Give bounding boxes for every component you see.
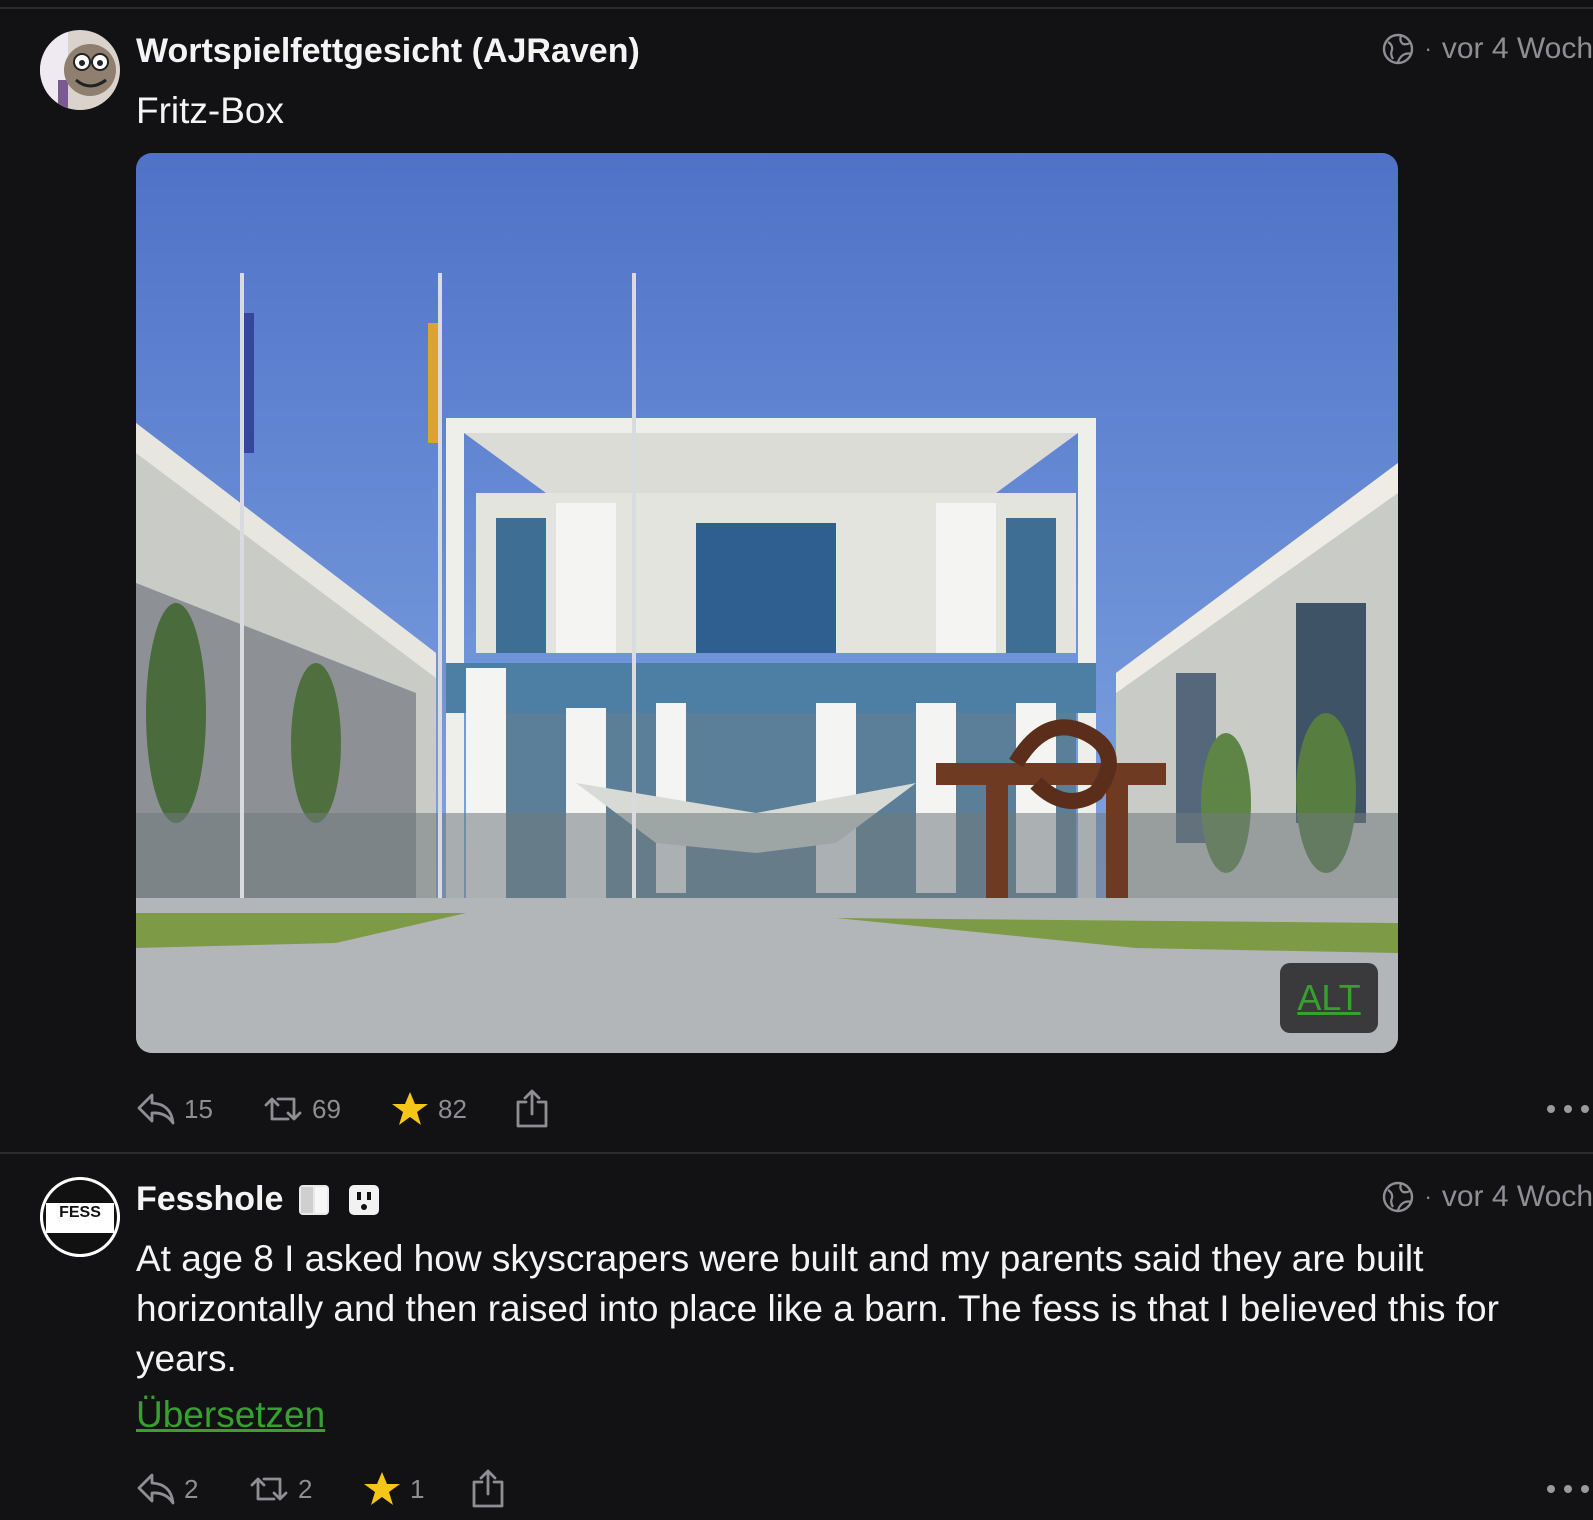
boost-count: 69 — [312, 1093, 341, 1124]
power-outlet-emoji — [345, 1181, 383, 1219]
reply-count: 15 — [184, 1093, 213, 1124]
favourite-button[interactable]: 82 — [390, 1084, 467, 1134]
post-time[interactable]: vor 4 Woch — [1442, 32, 1593, 66]
globe-icon — [1382, 33, 1413, 65]
post-meta: · vor 4 Woch — [1381, 1180, 1593, 1214]
meta-separator: · — [1424, 36, 1432, 61]
toilet-paper-emoji — [295, 1181, 333, 1219]
post-meta: · vor 4 Woch — [1381, 32, 1593, 66]
translate-link[interactable]: Übersetzen — [136, 1394, 325, 1436]
top-divider — [0, 7, 1593, 9]
favourite-button[interactable]: 1 — [362, 1464, 424, 1514]
star-icon — [364, 1472, 400, 1505]
share-button[interactable] — [470, 1464, 506, 1514]
star-icon — [392, 1092, 428, 1125]
author-name[interactable]: Fesshole — [136, 1180, 383, 1219]
alt-text-button[interactable]: ALT — [1280, 963, 1378, 1033]
chancellery-photo — [136, 153, 1398, 1053]
post-image[interactable]: ALT — [136, 153, 1398, 1053]
reply-icon — [137, 1473, 175, 1505]
share-icon — [472, 1469, 504, 1508]
share-icon — [516, 1089, 548, 1128]
favourite-count: 1 — [410, 1473, 425, 1504]
avatar[interactable]: FESS HOLE — [40, 1177, 120, 1257]
globe-icon — [1382, 1181, 1413, 1213]
boost-count: 2 — [298, 1473, 313, 1504]
avatar-text-line2: HOLE — [58, 1220, 103, 1237]
avatar-text-line1: FESS — [59, 1204, 101, 1221]
avatar[interactable] — [40, 30, 120, 110]
boost-icon — [264, 1097, 302, 1121]
reply-button[interactable]: 15 — [136, 1084, 213, 1134]
more-options-button[interactable] — [1547, 1464, 1589, 1514]
boost-button[interactable]: 69 — [262, 1084, 341, 1134]
favourite-count: 82 — [438, 1093, 467, 1124]
meta-separator: · — [1424, 1184, 1432, 1209]
more-options-button[interactable] — [1547, 1084, 1589, 1134]
share-button[interactable] — [514, 1084, 550, 1134]
reply-count: 2 — [184, 1473, 199, 1504]
reply-icon — [137, 1093, 175, 1125]
post-actions: 2 2 1 — [136, 1464, 1593, 1514]
boost-button[interactable]: 2 — [248, 1464, 312, 1514]
author-name[interactable]: Wortspielfettgesicht (AJRaven) — [136, 32, 640, 71]
post-actions: 15 69 82 — [136, 1084, 1593, 1134]
post-time[interactable]: vor 4 Woch — [1442, 1180, 1593, 1214]
reply-button[interactable]: 2 — [136, 1464, 198, 1514]
post-divider — [0, 1152, 1593, 1154]
post-content: Fritz-Box — [136, 90, 284, 131]
boost-icon — [250, 1477, 288, 1501]
author-name-text: Fesshole — [136, 1180, 284, 1218]
post-content: At age 8 I asked how skyscrapers were bu… — [136, 1238, 1499, 1379]
author-name-text: Wortspielfettgesicht (AJRaven) — [136, 32, 640, 70]
